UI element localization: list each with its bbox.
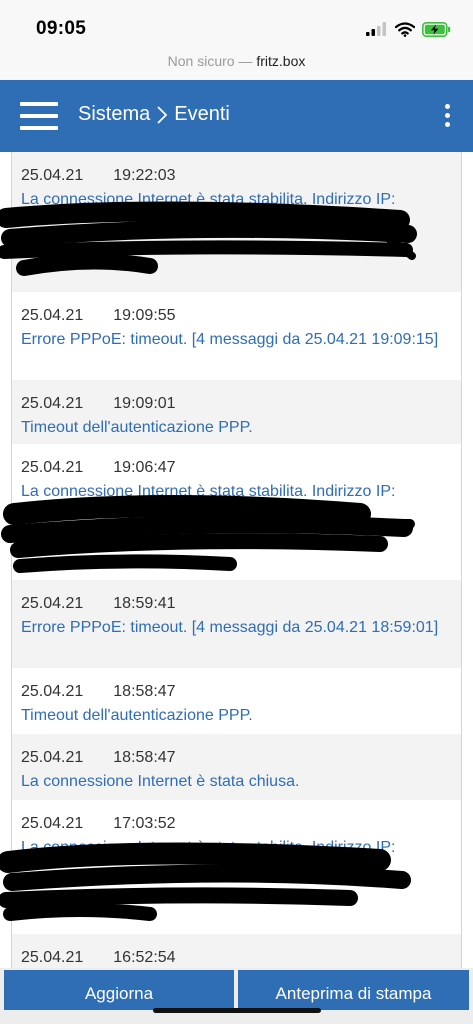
event-meta: 25.04.21 19:09:01 <box>21 394 461 414</box>
event-message: Errore PPPoE: timeout. [4 messaggi da 25… <box>21 331 439 348</box>
status-time: 09:05 <box>36 18 87 39</box>
bottom-action-bar: Aggiorna Anteprima di stampa <box>0 968 473 1024</box>
event-date: 25.04.21 <box>21 459 84 476</box>
address-separator: — <box>234 53 257 69</box>
event-time: 16:52:54 <box>113 949 176 966</box>
event-row: 25.04.21 19:22:03 La connessione Internet… <box>12 152 461 292</box>
event-date: 25.04.21 <box>21 595 84 612</box>
event-time: 19:09:55 <box>113 307 176 324</box>
event-message: La connessione Internet è stata stabilit… <box>21 839 396 856</box>
event-date: 25.04.21 <box>21 307 84 324</box>
event-meta: 25.04.21 18:59:41 <box>21 594 461 614</box>
chevron-right-icon <box>157 105 168 124</box>
more-vertical-icon[interactable] <box>443 104 451 128</box>
event-meta: 25.04.21 18:58:47 <box>21 682 461 702</box>
system-icons <box>366 20 451 38</box>
event-meta: 25.04.21 19:06:47 <box>21 458 461 478</box>
refresh-button[interactable]: Aggiorna <box>4 970 234 1010</box>
event-row: 25.04.21 19:09:01 Timeout dell'autenticaz… <box>12 380 461 444</box>
event-date: 25.04.21 <box>21 167 84 184</box>
event-time: 19:06:47 <box>113 459 176 476</box>
event-time: 19:22:03 <box>113 167 176 184</box>
event-meta: 25.04.21 19:09:55 <box>21 306 461 326</box>
breadcrumb: Sistema Eventi <box>78 103 230 126</box>
app-header: Sistema Eventi <box>0 80 473 152</box>
status-bar: 09:05 <box>0 0 473 48</box>
battery-charging-icon <box>422 21 451 37</box>
event-row: 25.04.21 16:52:54 <box>12 934 461 968</box>
event-date: 25.04.21 <box>21 395 84 412</box>
event-meta: 25.04.21 16:52:54 <box>21 948 461 968</box>
cellular-signal-icon <box>366 22 386 36</box>
event-row: 25.04.21 17:03:52 La connessione Internet… <box>12 800 461 934</box>
breadcrumb-section[interactable]: Sistema <box>78 103 150 126</box>
event-date: 25.04.21 <box>21 749 84 766</box>
event-message: Timeout dell'autenticazione PPP. <box>21 707 253 724</box>
event-message: La connessione Internet è stata stabilit… <box>21 483 396 500</box>
print-preview-button[interactable]: Anteprima di stampa <box>238 970 469 1010</box>
event-row: 25.04.21 18:58:47 La connessione Internet… <box>12 734 461 800</box>
event-time: 17:03:52 <box>113 815 176 832</box>
event-list[interactable]: 25.04.21 19:22:03 La connessione Internet… <box>0 152 473 968</box>
event-time: 19:09:01 <box>113 395 176 412</box>
address-bar[interactable]: Non sicuro — fritz.box <box>0 48 473 80</box>
event-meta: 25.04.21 19:22:03 <box>21 166 461 186</box>
event-row: 25.04.21 19:06:47 La connessione Internet… <box>12 444 461 580</box>
event-row: 25.04.21 19:09:55 Errore PPPoE: timeout. … <box>12 292 461 380</box>
event-message: La connessione Internet è stata chiusa. <box>21 773 300 790</box>
event-date: 25.04.21 <box>21 949 84 966</box>
event-time: 18:58:47 <box>113 683 176 700</box>
security-label: Non sicuro <box>167 53 235 69</box>
hamburger-icon[interactable] <box>20 102 58 130</box>
event-time: 18:58:47 <box>113 749 176 766</box>
wifi-icon <box>395 21 415 37</box>
event-message: La connessione Internet è stata stabilit… <box>21 191 396 208</box>
event-meta: 25.04.21 18:58:47 <box>21 748 461 768</box>
breadcrumb-page: Eventi <box>174 103 230 125</box>
home-indicator <box>153 1008 321 1013</box>
event-date: 25.04.21 <box>21 815 84 832</box>
event-meta: 25.04.21 17:03:52 <box>21 814 461 834</box>
event-date: 25.04.21 <box>21 683 84 700</box>
event-row: 25.04.21 18:59:41 Errore PPPoE: timeout. … <box>12 580 461 668</box>
event-row: 25.04.21 18:58:47 Timeout dell'autenticaz… <box>12 668 461 734</box>
address-host: fritz.box <box>256 53 306 69</box>
event-message: Timeout dell'autenticazione PPP. <box>21 419 253 436</box>
event-time: 18:59:41 <box>113 595 176 612</box>
event-message: Errore PPPoE: timeout. [4 messaggi da 25… <box>21 619 439 636</box>
